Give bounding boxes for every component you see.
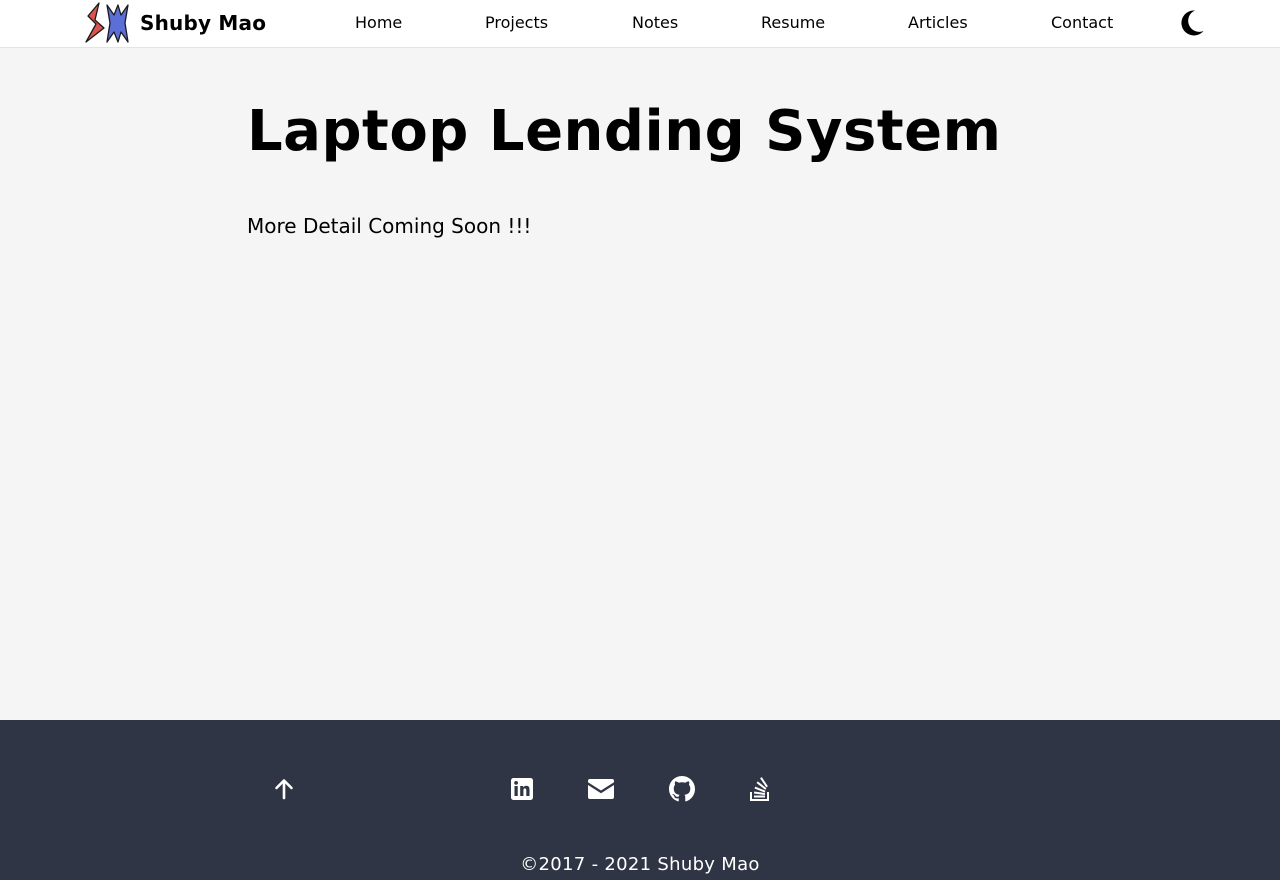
- email-link[interactable]: [588, 779, 614, 799]
- brand-link[interactable]: Shuby Mao: [85, 2, 266, 44]
- theme-toggle-button[interactable]: [1176, 8, 1206, 38]
- nav-link-resume[interactable]: Resume: [761, 13, 825, 32]
- linkedin-icon: [511, 778, 533, 800]
- main-content: Laptop Lending System More Detail Coming…: [247, 96, 1047, 239]
- navbar: Shuby Mao Home Projects Notes Resume Art…: [0, 0, 1280, 48]
- github-link[interactable]: [669, 776, 695, 802]
- back-to-top-button[interactable]: [272, 777, 296, 801]
- arrow-up-icon: [275, 779, 293, 800]
- nav-link-projects[interactable]: Projects: [485, 13, 548, 32]
- stack-overflow-icon: [750, 777, 769, 801]
- nav-link-contact[interactable]: Contact: [1051, 13, 1113, 32]
- moon-icon: [1181, 10, 1204, 36]
- nav-link-notes[interactable]: Notes: [632, 13, 678, 32]
- github-icon: [669, 776, 695, 802]
- page-title: Laptop Lending System: [247, 99, 1002, 164]
- copyright-text: ©2017 - 2021 Shuby Mao: [520, 854, 760, 875]
- footer: ©2017 - 2021 Shuby Mao: [0, 720, 1280, 880]
- envelope-icon: [588, 779, 614, 799]
- page-body-text: More Detail Coming Soon !!!: [247, 214, 532, 238]
- brand-name: Shuby Mao: [140, 11, 267, 35]
- nav-link-articles[interactable]: Articles: [908, 13, 968, 32]
- linkedin-link[interactable]: [510, 777, 534, 801]
- nav-link-home[interactable]: Home: [355, 13, 402, 32]
- logo-icon: [85, 2, 129, 43]
- stack-overflow-link[interactable]: [749, 776, 771, 802]
